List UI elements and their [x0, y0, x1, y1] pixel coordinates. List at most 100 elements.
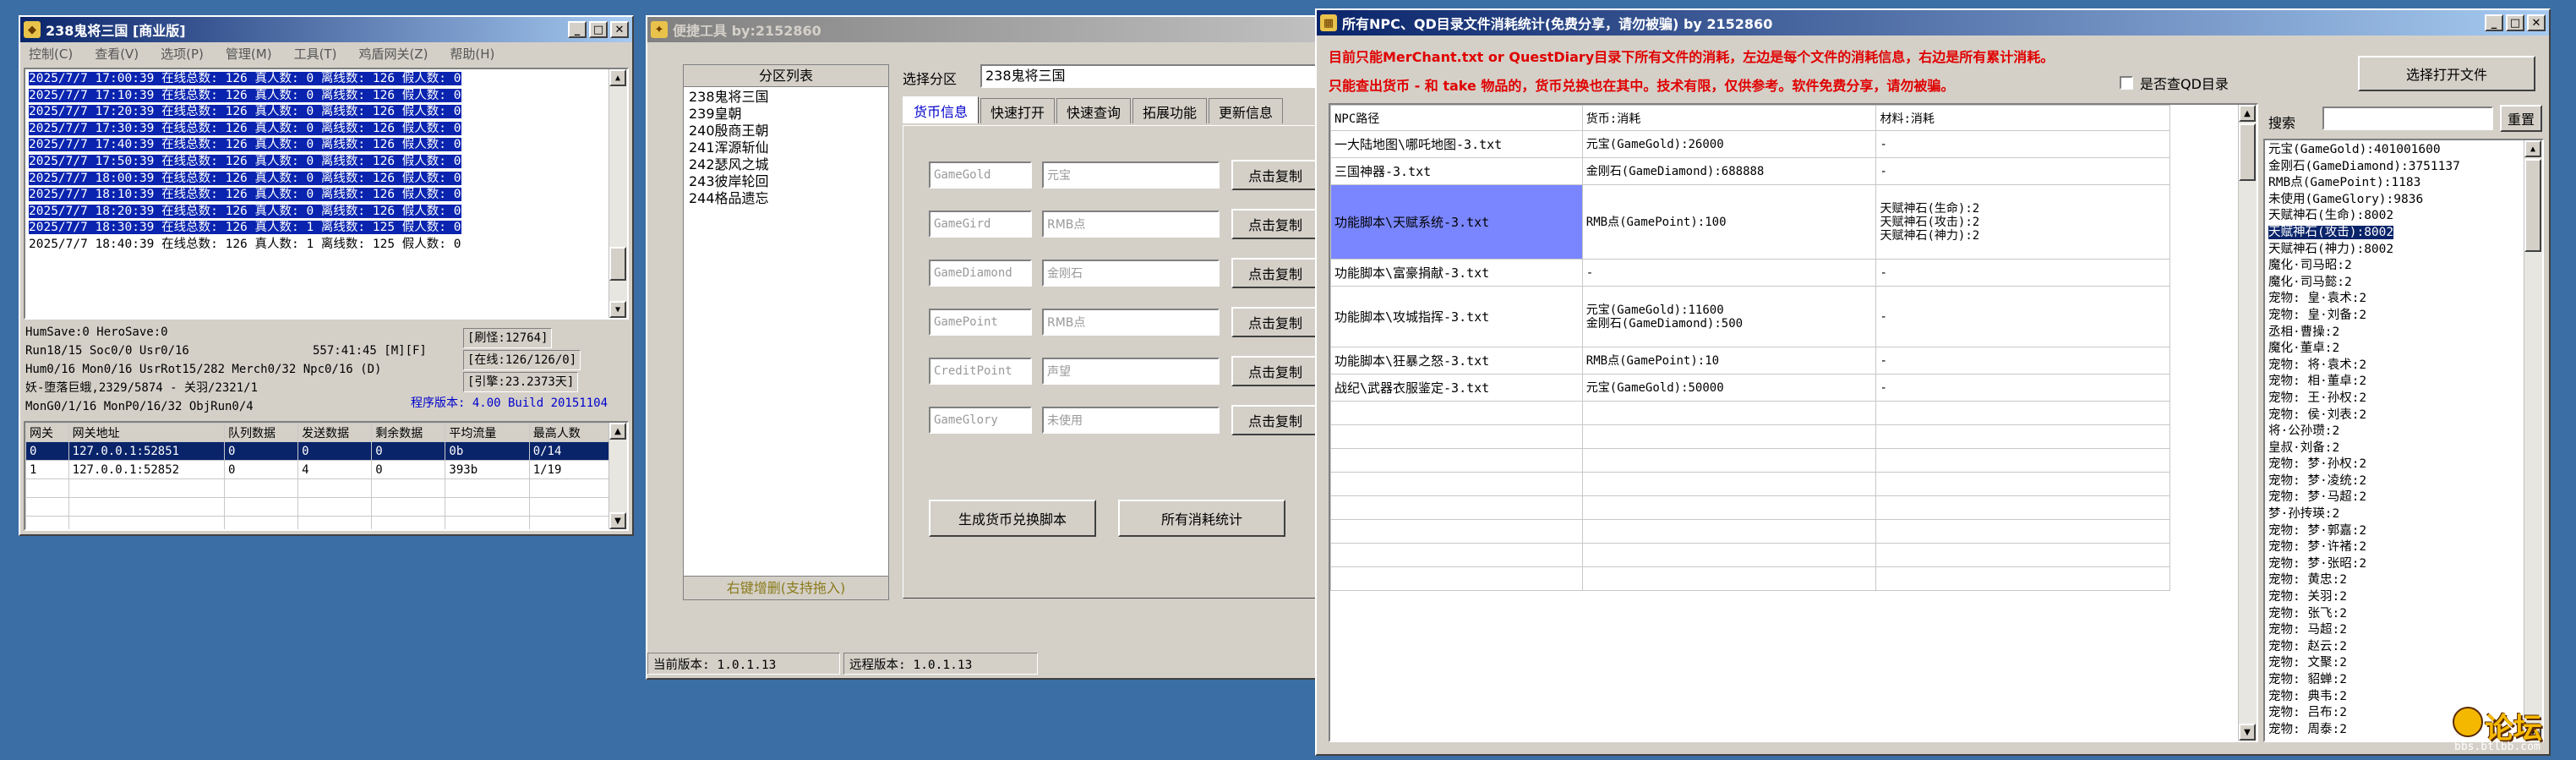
search-input[interactable]: [2322, 107, 2493, 130]
copy-button[interactable]: 点击复制: [1231, 356, 1319, 386]
scroll-up-icon[interactable]: ▲: [2239, 105, 2256, 122]
zone-list-item[interactable]: 244格品遗忘: [689, 190, 883, 207]
totals-list-item[interactable]: 宠物: 梦·凌统:2: [2265, 473, 2542, 490]
zone-list-item[interactable]: 240殷商王朝: [689, 123, 883, 139]
col-npc-path[interactable]: NPC路径: [1330, 105, 1583, 131]
npc-row[interactable]: 功能脚本\富豪捐献-3.txt - -: [1330, 259, 2170, 287]
col-address[interactable]: 网关地址: [68, 423, 226, 442]
zone-list-item[interactable]: 242瑟风之城: [689, 156, 883, 173]
scroll-thumb[interactable]: [2239, 123, 2256, 181]
copy-button[interactable]: 点击复制: [1231, 160, 1319, 190]
totals-list-item[interactable]: 将·公孙瓒:2: [2265, 424, 2542, 440]
maximize-button[interactable]: □: [2506, 14, 2524, 31]
totals-list-item[interactable]: 未使用(GameGlory):9836: [2265, 192, 2542, 209]
server-titlebar[interactable]: ◆ 238鬼将三国 [商业版] _ □ ✕: [20, 17, 632, 42]
totals-list-item[interactable]: RMB点(GamePoint):1183: [2265, 175, 2542, 192]
npc-path-cell[interactable]: 一大陆地图\哪吒地图-3.txt: [1330, 130, 1583, 158]
tab-updates[interactable]: 更新信息: [1209, 98, 1283, 123]
totals-list-item[interactable]: 魔化·董卓:2: [2265, 341, 2542, 358]
scroll-up-icon[interactable]: ▲: [609, 69, 626, 86]
menu-tools[interactable]: 工具(T): [294, 45, 337, 63]
menu-gateway[interactable]: 鸡盾网关(Z): [358, 45, 428, 63]
npc-path-cell[interactable]: 三国神器-3.txt: [1330, 157, 1583, 185]
npc-row[interactable]: 三国神器-3.txt 金刚石(GameDiamond):688888 -: [1330, 157, 2170, 185]
totals-list[interactable]: 元宝(GameGold):401001600 金刚石(GameDiamond):3…: [2263, 139, 2544, 742]
maximize-button[interactable]: □: [589, 21, 608, 38]
scroll-down-icon[interactable]: ▼: [609, 301, 626, 318]
npc-path-cell[interactable]: 战纪\武器衣服鉴定-3.txt: [1330, 374, 1583, 402]
totals-list-item[interactable]: 天赋神石(生命):8002: [2265, 208, 2542, 225]
scroll-thumb[interactable]: [2524, 159, 2541, 252]
npc-path-cell[interactable]: 功能脚本\天赋系统-3.txt: [1330, 184, 1583, 260]
log-scrollbar[interactable]: ▲ ▼: [609, 69, 627, 318]
col-gateway[interactable]: 网关: [25, 423, 69, 442]
gateway-row[interactable]: 1 127.0.0.1:52852 0 4 0 393b 1/19: [25, 460, 613, 479]
npc-table-scrollbar[interactable]: ▲ ▼: [2238, 105, 2257, 741]
minimize-button[interactable]: _: [2485, 14, 2503, 31]
totals-list-item[interactable]: 宠物: 梦·孙权:2: [2265, 457, 2542, 473]
totals-list-item[interactable]: 天赋神石(神力):8002: [2265, 242, 2542, 259]
npc-row[interactable]: 战纪\武器衣服鉴定-3.txt 元宝(GameGold):50000 -: [1330, 374, 2170, 402]
menu-manage[interactable]: 管理(M): [226, 45, 272, 63]
currency-code-field[interactable]: GameDiamond: [929, 260, 1032, 287]
close-button[interactable]: ✕: [2527, 14, 2546, 31]
tab-quick-query[interactable]: 快速查询: [1056, 98, 1131, 123]
col-queue[interactable]: 队列数据: [224, 423, 299, 442]
totals-list-item[interactable]: 宠物: 梦·张昭:2: [2265, 556, 2542, 573]
currency-name-field[interactable]: RMB点: [1042, 211, 1220, 238]
scroll-up-icon[interactable]: ▲: [609, 423, 626, 440]
totals-list-item[interactable]: 宠物: 梦·许褚:2: [2265, 539, 2542, 556]
gateway-table[interactable]: 网关 网关地址 队列数据 发送数据 剩余数据 平均流量 最高人数 0 127.0.…: [24, 421, 629, 531]
totals-list-item[interactable]: 宠物: 王·孙权:2: [2265, 391, 2542, 407]
gateway-row[interactable]: 0 127.0.0.1:52851 0 0 0 0b 0/14: [25, 441, 613, 461]
totals-list-item[interactable]: 宠物: 文聚:2: [2265, 655, 2542, 672]
totals-list-item[interactable]: 宠物: 关羽:2: [2265, 589, 2542, 606]
stats-titlebar[interactable]: ▦ 所有NPC、QD目录文件消耗统计(免费分享，请勿被骗) by 2152860…: [1317, 10, 2549, 36]
zone-list-item[interactable]: 239皇朝: [689, 106, 883, 123]
reset-button[interactable]: 重置: [2500, 105, 2542, 132]
zone-list-item[interactable]: 243彼岸轮回: [689, 173, 883, 190]
zone-list-item[interactable]: 241浑源斩仙: [689, 139, 883, 156]
col-avg-traffic[interactable]: 平均流量: [445, 423, 530, 442]
menu-control[interactable]: 控制(C): [29, 45, 73, 63]
col-remaining[interactable]: 剩余数据: [371, 423, 446, 442]
scroll-down-icon[interactable]: ▼: [2239, 724, 2256, 741]
all-consumption-stats-button[interactable]: 所有消耗统计: [1118, 500, 1285, 537]
npc-row[interactable]: 功能脚本\天赋系统-3.txt RMB点(GamePoint):100 天赋神石(生…: [1330, 184, 2170, 260]
currency-code-field[interactable]: CreditPoint: [929, 358, 1032, 385]
tab-currency[interactable]: 货币信息: [903, 96, 979, 123]
npc-row[interactable]: 功能脚本\狂暴之怒-3.txt RMB点(GamePoint):10 -: [1330, 347, 2170, 375]
totals-scrollbar[interactable]: ▲ ▼: [2524, 140, 2542, 741]
copy-button[interactable]: 点击复制: [1231, 307, 1319, 337]
qd-checkbox[interactable]: [2120, 76, 2133, 90]
col-item-cost[interactable]: 材料:消耗: [1875, 105, 2170, 131]
gateway-scrollbar[interactable]: ▲ ▼: [609, 423, 627, 529]
currency-code-field[interactable]: GamePoint: [929, 309, 1032, 336]
col-money-cost[interactable]: 货币:消耗: [1581, 105, 1877, 131]
currency-name-field[interactable]: 未使用: [1042, 407, 1220, 434]
select-zone-combo[interactable]: 238鬼将三国: [980, 64, 1320, 88]
copy-button[interactable]: 点击复制: [1231, 209, 1319, 239]
currency-name-field[interactable]: 元宝: [1042, 161, 1220, 189]
generate-exchange-script-button[interactable]: 生成货币兑换脚本: [929, 500, 1096, 537]
totals-list-item[interactable]: 宠物: 皇·袁术:2: [2265, 291, 2542, 308]
menu-options[interactable]: 选项(P): [161, 45, 204, 63]
menu-help[interactable]: 帮助(H): [450, 45, 494, 63]
npc-row[interactable]: 一大陆地图\哪吒地图-3.txt 元宝(GameGold):26000 -: [1330, 130, 2170, 158]
totals-list-item[interactable]: 魔化·司马昭:2: [2265, 258, 2542, 275]
open-file-button[interactable]: 选择打开文件: [2358, 56, 2535, 91]
npc-path-cell[interactable]: 功能脚本\富豪捐献-3.txt: [1330, 259, 1583, 287]
totals-list-item[interactable]: 宠物: 皇·刘备:2: [2265, 308, 2542, 325]
totals-list-item[interactable]: 魔化·司马懿:2: [2265, 275, 2542, 292]
currency-name-field[interactable]: 声望: [1042, 358, 1220, 385]
totals-list-item[interactable]: 天赋神石(攻击):8002: [2265, 225, 2542, 242]
totals-list-item[interactable]: 宠物: 张飞:2: [2265, 606, 2542, 623]
totals-list-item[interactable]: 宠物: 侯·刘表:2: [2265, 407, 2542, 424]
close-button[interactable]: ✕: [610, 21, 629, 38]
totals-list-item[interactable]: 皇叔·刘备:2: [2265, 440, 2542, 457]
currency-name-field[interactable]: RMB点: [1042, 309, 1220, 336]
npc-path-cell[interactable]: 功能脚本\攻城指挥-3.txt: [1330, 286, 1583, 347]
server-log[interactable]: 2025/7/7 17:00:39 在线总数: 126 真人数: 0 离线数: …: [24, 68, 629, 320]
totals-list-item[interactable]: 宠物: 将·袁术:2: [2265, 358, 2542, 375]
zone-list-header[interactable]: 分区列表: [684, 65, 888, 87]
